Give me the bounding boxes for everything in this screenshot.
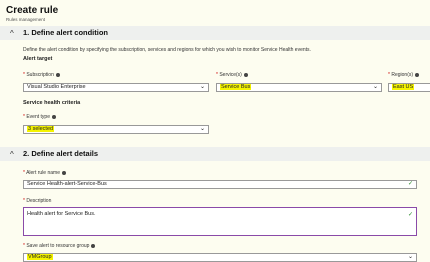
regions-label: * Region(s) — [388, 72, 420, 78]
info-icon — [415, 72, 420, 77]
subscription-value: Visual Studio Enterprise — [27, 84, 86, 90]
services-value: Service Bus — [220, 84, 252, 90]
subscription-label: * Subscription — [23, 72, 60, 78]
resource-group-label: * Save alert to resource group — [23, 243, 96, 249]
section-title-alert-details: 2. Define alert details — [23, 149, 99, 158]
chevron-down-icon: ⌄ — [372, 84, 378, 90]
regions-dropdown[interactable]: East US — [388, 83, 430, 92]
section-title-alert-condition: 1. Define alert condition — [23, 28, 109, 37]
info-icon — [55, 72, 60, 77]
info-icon — [61, 170, 66, 175]
info-icon — [243, 72, 248, 77]
event-type-dropdown[interactable]: 3 selected ⌄ — [23, 125, 209, 134]
page-title: Create rule — [6, 5, 59, 16]
page-subtitle: Rules management — [6, 17, 46, 22]
section-header-alert-details[interactable]: ^ 2. Define alert details — [0, 147, 430, 161]
service-health-criteria-label: Service health criteria — [23, 100, 81, 106]
services-dropdown[interactable]: Service Bus ⌄ — [216, 83, 382, 92]
info-icon — [51, 114, 56, 119]
alert-rule-name-label: * Alert rule name — [23, 170, 66, 176]
description-textarea[interactable]: Health alert for Service Bus. ✓ — [23, 207, 417, 236]
resource-group-value: VMGroup — [27, 254, 53, 260]
chevron-up-icon: ^ — [10, 29, 14, 38]
checkmark-icon: ✓ — [407, 212, 413, 218]
alert-condition-description: Define the alert condition by specifying… — [23, 47, 311, 53]
alert-rule-name-value: Service Health-alert-Service-Bus — [27, 181, 107, 187]
regions-value: East US — [392, 84, 415, 90]
chevron-down-icon: ⌄ — [199, 84, 205, 90]
alert-rule-name-input[interactable]: Service Health-alert-Service-Bus ✓ — [23, 180, 417, 189]
section-header-alert-condition[interactable]: ^ 1. Define alert condition — [0, 26, 430, 40]
alert-target-label: Alert target — [23, 56, 53, 62]
subscription-dropdown[interactable]: Visual Studio Enterprise ⌄ — [23, 83, 209, 92]
info-icon — [91, 243, 96, 248]
event-type-value: 3 selected — [27, 126, 55, 132]
chevron-up-icon: ^ — [10, 150, 14, 159]
checkmark-icon: ✓ — [407, 181, 413, 187]
chevron-down-icon: ⌄ — [199, 126, 205, 132]
chevron-down-icon: ⌄ — [407, 254, 413, 260]
description-value: Health alert for Service Bus. — [27, 211, 96, 217]
services-label: * Service(s) — [216, 72, 248, 78]
event-type-label: * Event type — [23, 114, 56, 120]
description-label: * Description — [23, 198, 52, 204]
